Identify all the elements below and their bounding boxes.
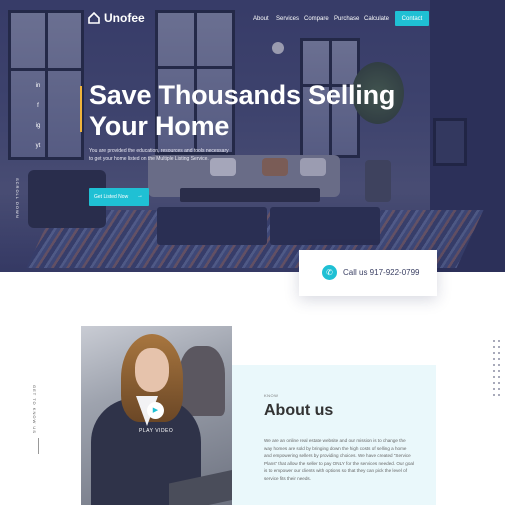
- hero-section: Unofee About Services Compare Purchase C…: [0, 0, 505, 272]
- background-person-image: [179, 346, 225, 416]
- cta-label: Get Listed Now: [94, 194, 129, 200]
- house-logo-icon: [88, 12, 100, 24]
- phone-icon: ✆: [322, 265, 337, 280]
- play-video-label[interactable]: PLAY VIDEO: [139, 428, 173, 434]
- instagram-icon[interactable]: ig: [34, 122, 42, 130]
- headline-accent-bar: [80, 86, 82, 132]
- scroll-down-label[interactable]: SCROLL DOWN: [15, 178, 20, 219]
- nav-item-calculate[interactable]: Calculate: [364, 16, 389, 22]
- headline-line-2: Your Home: [89, 111, 230, 141]
- get-to-know-us-label: GET TO KNOW US: [32, 385, 37, 434]
- about-kicker: KNOW: [264, 393, 279, 398]
- hero-subtext: You are provided the education, resource…: [89, 148, 229, 162]
- person-face-image: [135, 348, 169, 392]
- call-us-text[interactable]: Call us 917-922-0799: [343, 268, 420, 277]
- facebook-icon[interactable]: f: [34, 102, 42, 110]
- nav-item-purchase[interactable]: Purchase: [334, 16, 359, 22]
- call-us-card[interactable]: ✆ Call us 917-922-0799: [299, 250, 437, 296]
- arrow-right-icon: →: [137, 193, 143, 199]
- social-links: in f ig yt: [34, 82, 42, 150]
- vertical-divider: [38, 438, 39, 454]
- linkedin-icon[interactable]: in: [34, 82, 42, 90]
- nav-item-services[interactable]: Services: [276, 16, 299, 22]
- brand-name: Unofee: [104, 11, 145, 25]
- nav-item-about[interactable]: About: [253, 16, 269, 22]
- about-panel: [232, 365, 436, 505]
- page: Unofee About Services Compare Purchase C…: [0, 0, 505, 505]
- decorative-dots: [493, 340, 500, 396]
- headline-line-1: Save Thousands Selling: [89, 80, 396, 110]
- youtube-icon[interactable]: yt: [34, 142, 42, 150]
- about-title: About us: [264, 402, 334, 419]
- about-text: We are an online real estate website and…: [264, 438, 414, 481]
- hero-headline: Save Thousands Selling Your Home: [89, 80, 409, 142]
- brand-logo[interactable]: Unofee: [88, 11, 145, 25]
- get-listed-button[interactable]: Get Listed Now →: [89, 188, 149, 206]
- contact-button[interactable]: Contact: [395, 11, 429, 26]
- nav-item-compare[interactable]: Compare: [304, 16, 329, 22]
- play-icon[interactable]: ▶: [147, 402, 164, 419]
